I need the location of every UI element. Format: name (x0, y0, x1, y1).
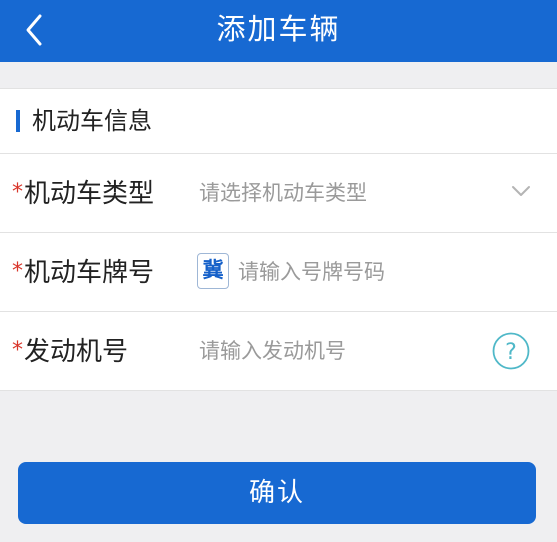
nav-bar: 添加车辆 (0, 0, 557, 62)
svg-text:?: ? (505, 340, 517, 365)
confirm-button[interactable]: 确认 (18, 462, 536, 524)
chevron-down-icon[interactable] (510, 180, 532, 202)
required-mark: * (12, 259, 23, 284)
section-accent-bar (16, 110, 20, 132)
engine-number-input[interactable]: 请输入发动机号 (199, 312, 346, 390)
required-mark: * (12, 180, 23, 205)
add-vehicle-page: 添加车辆 机动车信息 *机动车类型 请选择机动车类型 *机动车牌号 冀 请输入号… (0, 0, 557, 542)
plate-number-input[interactable]: 请输入号牌号码 (238, 233, 385, 311)
required-mark: * (12, 338, 23, 363)
page-title: 添加车辆 (216, 12, 341, 46)
province-prefix-button[interactable]: 冀 (197, 253, 229, 289)
vehicle-type-label: *机动车类型 (12, 154, 154, 232)
section-title: 机动车信息 (32, 107, 152, 135)
section-header: 机动车信息 (0, 89, 557, 154)
engine-number-label-text: 发动机号 (24, 337, 129, 367)
engine-number-row: *发动机号 请输入发动机号 ? (0, 312, 557, 390)
plate-number-label: *机动车牌号 (12, 233, 154, 311)
engine-number-label: *发动机号 (12, 312, 128, 390)
vehicle-type-row[interactable]: *机动车类型 请选择机动车类型 (0, 154, 557, 233)
vehicle-type-label-text: 机动车类型 (24, 179, 155, 209)
plate-number-label-text: 机动车牌号 (24, 258, 155, 288)
vehicle-type-select[interactable]: 请选择机动车类型 (199, 154, 367, 232)
help-icon[interactable]: ? (491, 331, 531, 371)
vehicle-info-section: 机动车信息 *机动车类型 请选择机动车类型 *机动车牌号 冀 请输入号牌号码 *… (0, 88, 557, 391)
plate-number-row: *机动车牌号 冀 请输入号牌号码 (0, 233, 557, 312)
